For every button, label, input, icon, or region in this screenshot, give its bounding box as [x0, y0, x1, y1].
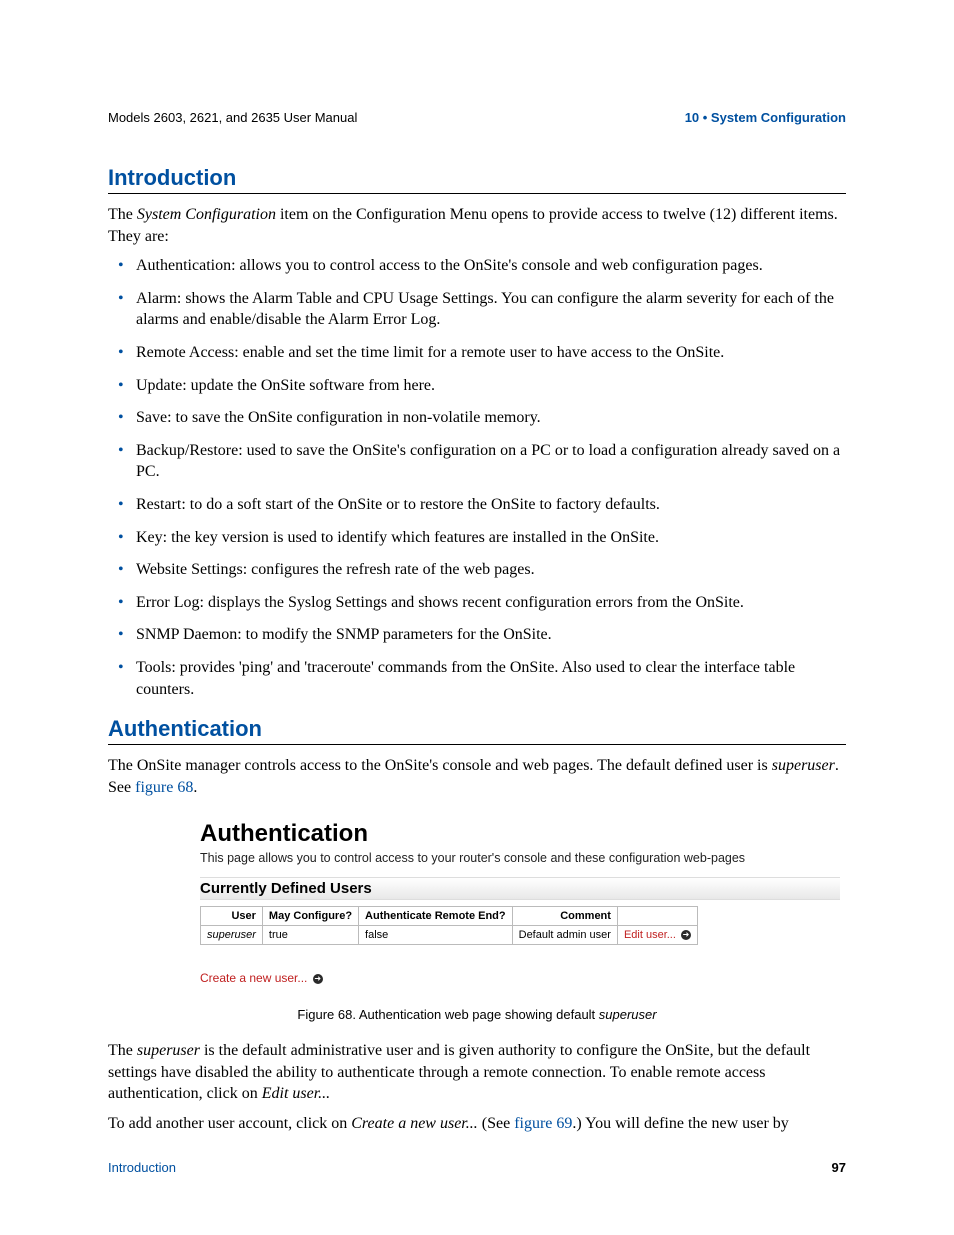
table-header-row: User May Configure? Authenticate Remote … — [201, 907, 698, 926]
list-item: Backup/Restore: used to save the OnSite'… — [108, 440, 846, 483]
list-item: Restart: to do a soft start of the OnSit… — [108, 494, 846, 516]
cell-comment: Default admin user — [512, 926, 617, 945]
list-item: Tools: provides 'ping' and 'traceroute' … — [108, 657, 846, 700]
auth-paragraph-3: To add another user account, click on Cr… — [108, 1113, 846, 1135]
figure-link-69[interactable]: figure 69 — [514, 1115, 572, 1132]
emphasis: superuser — [137, 1042, 200, 1059]
cell-edit: Edit user... ➜ — [617, 926, 697, 945]
col-actions — [617, 907, 697, 926]
text: To add another user account, click on — [108, 1115, 351, 1132]
edit-user-link[interactable]: Edit user... ➜ — [624, 929, 691, 941]
figure-subtitle: This page allows you to control access t… — [200, 850, 840, 867]
text: The — [108, 1042, 137, 1059]
arrow-icon: ➜ — [313, 974, 323, 984]
create-new-user-label: Create a new user... — [200, 971, 307, 985]
text: The — [108, 206, 137, 223]
text: is the default administrative user and i… — [108, 1042, 810, 1102]
page-footer: Introduction 97 — [108, 1160, 846, 1175]
auth-paragraph-1: The OnSite manager controls access to th… — [108, 755, 846, 798]
list-item: Save: to save the OnSite configuration i… — [108, 407, 846, 429]
figure-68: Authentication This page allows you to c… — [200, 820, 840, 985]
header-right: 10 • System Configuration — [685, 110, 846, 125]
section-heading-introduction: Introduction — [108, 165, 846, 191]
list-item: SNMP Daemon: to modify the SNMP paramete… — [108, 624, 846, 646]
figure-link-68[interactable]: figure 68 — [135, 779, 193, 796]
table-row: superuser true false Default admin user … — [201, 926, 698, 945]
emphasis: System Configuration — [137, 206, 276, 223]
currently-defined-users-heading: Currently Defined Users — [200, 877, 840, 900]
emphasis: superuser — [772, 757, 835, 774]
footer-left: Introduction — [108, 1160, 176, 1175]
arrow-icon: ➜ — [681, 930, 691, 940]
cell-may-configure: true — [262, 926, 358, 945]
col-may-configure: May Configure? — [262, 907, 358, 926]
caption-text: Figure 68. Authentication web page showi… — [297, 1007, 598, 1022]
col-auth-remote: Authenticate Remote End? — [359, 907, 513, 926]
col-user: User — [201, 907, 263, 926]
users-table: User May Configure? Authenticate Remote … — [200, 906, 698, 945]
section-rule — [108, 744, 846, 745]
col-comment: Comment — [512, 907, 617, 926]
emphasis: Create a new user... — [351, 1115, 478, 1132]
figure-title: Authentication — [200, 820, 840, 848]
list-item: Remote Access: enable and set the time l… — [108, 342, 846, 364]
section-heading-authentication: Authentication — [108, 716, 846, 742]
list-item: Website Settings: configures the refresh… — [108, 559, 846, 581]
edit-user-label: Edit user... — [624, 929, 676, 941]
list-item: Alarm: shows the Alarm Table and CPU Usa… — [108, 288, 846, 331]
cell-auth-remote: false — [359, 926, 513, 945]
list-item: Error Log: displays the Syslog Settings … — [108, 592, 846, 614]
auth-paragraph-2: The superuser is the default administrat… — [108, 1040, 846, 1105]
create-new-user-link[interactable]: Create a new user... ➜ — [200, 971, 840, 985]
caption-em: superuser — [599, 1007, 657, 1022]
intro-paragraph: The System Configuration item on the Con… — [108, 204, 846, 247]
text: .) You will define the new user by — [572, 1115, 788, 1132]
page-number: 97 — [832, 1160, 846, 1175]
cell-user: superuser — [201, 926, 263, 945]
section-rule — [108, 193, 846, 194]
text: (See — [478, 1115, 514, 1132]
list-item: Key: the key version is used to identify… — [108, 527, 846, 549]
figure-caption: Figure 68. Authentication web page showi… — [108, 1007, 846, 1022]
text: . — [193, 779, 197, 796]
text: The OnSite manager controls access to th… — [108, 757, 772, 774]
emphasis: Edit user... — [262, 1085, 330, 1102]
list-item: Authentication: allows you to control ac… — [108, 255, 846, 277]
intro-bullet-list: Authentication: allows you to control ac… — [108, 255, 846, 700]
header-left: Models 2603, 2621, and 2635 User Manual — [108, 110, 357, 125]
page-header: Models 2603, 2621, and 2635 User Manual … — [108, 110, 846, 125]
list-item: Update: update the OnSite software from … — [108, 375, 846, 397]
